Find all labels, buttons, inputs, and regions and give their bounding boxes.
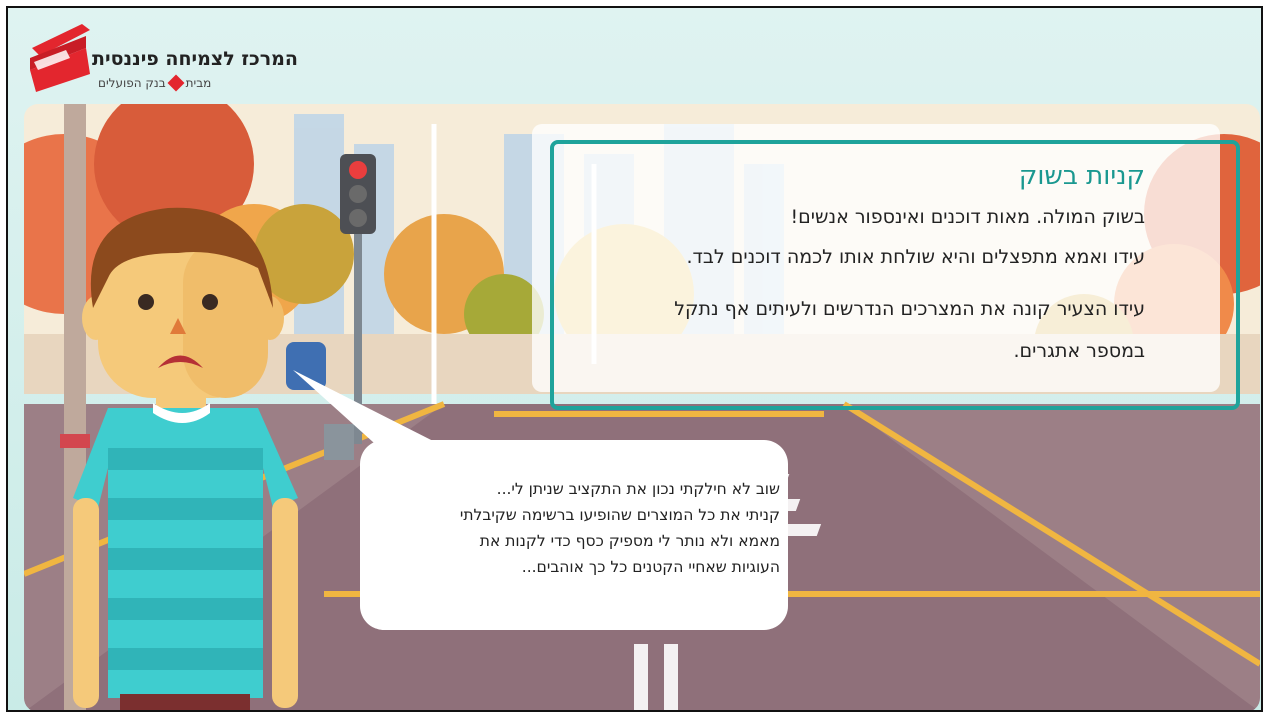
speech-bubble: שוב לא חילקתי נכון את התקציב שניתן לי...…	[360, 440, 788, 630]
speech-line: העוגיות שאחיי הקטנים כל כך אוהבים...	[521, 558, 780, 576]
brand-logo-icon	[30, 24, 90, 92]
info-card-line: עידו הצעיר קונה את המצרכים הנדרשים ולעית…	[674, 298, 1145, 320]
brand-title: המרכז לצמיחה פיננסית	[92, 48, 298, 70]
speech-line: שוב לא חילקתי נכון את התקציב שניתן לי...	[496, 480, 780, 498]
speech-line: מאמא ולא נותר לי מספיק כסף כדי לקנות את	[479, 532, 780, 550]
app-frame: המרכז לצמיחה פיננסית מבית בנק הפועלים קנ…	[6, 6, 1263, 712]
info-card-title: קניות בשוק	[1018, 161, 1145, 191]
character-ido	[73, 207, 298, 710]
brand-subtitle-bank: בנק הפועלים	[98, 76, 166, 90]
brand-subtitle-prefix: מבית	[185, 76, 212, 90]
brand-subtitle: מבית בנק הפועלים	[98, 74, 212, 92]
speech-bubble-text: שוב לא חילקתי נכון את התקציב שניתן לי...…	[370, 476, 780, 580]
brand-logo[interactable]: המרכז לצמיחה פיננסית מבית בנק הפועלים	[26, 18, 298, 98]
info-card-line: עידו ואמא מתפצלים והיא שולחת אותו לכמה ד…	[686, 246, 1145, 268]
diamond-icon	[167, 74, 185, 92]
info-card-line: במספר אתגרים.	[1013, 340, 1146, 362]
info-card-line: בשוק המולה. מאות דוכנים ואינספור אנשים!	[790, 206, 1145, 228]
speech-line: קניתי את כל המוצרים שהופיעו ברשימה שקיבל…	[459, 506, 780, 524]
